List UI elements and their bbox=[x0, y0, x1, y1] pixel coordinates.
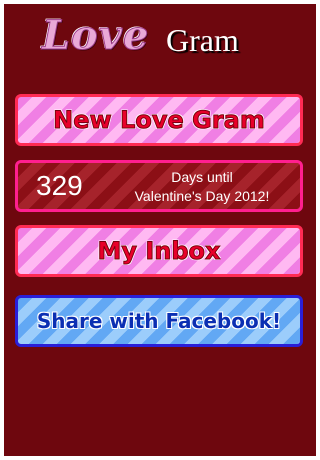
my-inbox-button[interactable]: My Inbox bbox=[15, 225, 303, 277]
countdown-caption: Days until Valentine's Day 2012! bbox=[116, 168, 288, 206]
logo-gram-text: Gram bbox=[166, 22, 239, 58]
app-logo: Love Gram bbox=[42, 12, 282, 72]
new-love-gram-label: New Love Gram bbox=[53, 106, 266, 135]
valentines-countdown: 329 Days until Valentine's Day 2012! bbox=[15, 160, 303, 212]
countdown-days: 329 bbox=[36, 170, 83, 201]
logo-love-text: Love bbox=[42, 12, 150, 60]
countdown-caption-line1: Days until bbox=[171, 169, 233, 185]
share-facebook-label: Share with Facebook! bbox=[36, 309, 282, 333]
countdown-caption-line2: Valentine's Day 2012! bbox=[134, 188, 270, 204]
share-facebook-button[interactable]: Share with Facebook! bbox=[15, 295, 303, 347]
new-love-gram-button[interactable]: New Love Gram bbox=[15, 94, 303, 146]
my-inbox-label: My Inbox bbox=[97, 237, 221, 266]
app-screen: Love Gram New Love Gram 329 Days until V… bbox=[4, 4, 316, 456]
